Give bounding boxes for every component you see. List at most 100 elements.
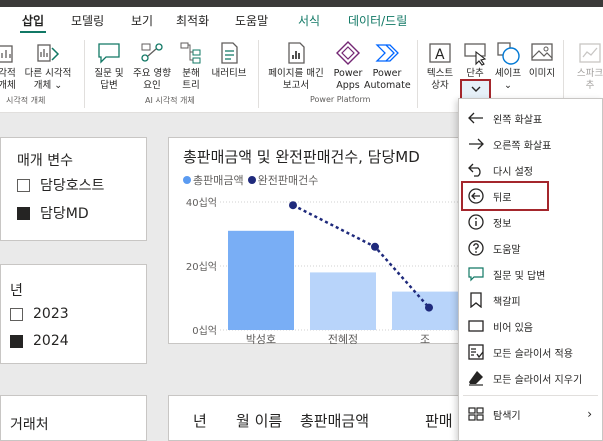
image-button[interactable]: 이미지: [526, 40, 558, 80]
highlight-dropdown: [460, 79, 491, 100]
menu-item-right-arrow[interactable]: 오른쪽 화살표: [459, 132, 603, 156]
slicer-item-2024[interactable]: 2024: [10, 333, 69, 349]
visual-partial-button[interactable]: 각적 개체: [0, 40, 20, 92]
sparkline-button[interactable]: 스파크 추: [570, 40, 603, 92]
text-box-button[interactable]: A 텍스트 상자: [422, 40, 458, 92]
qa-icon: [98, 43, 120, 64]
other-visual-button[interactable]: 다른 시각적 개체 ⌄: [22, 40, 74, 92]
info-icon: [467, 213, 485, 231]
bar: [228, 230, 294, 330]
checkbox[interactable]: [17, 178, 30, 192]
key-influencers-button[interactable]: 주요 영향 요인: [129, 40, 175, 92]
button-icon: [464, 43, 487, 66]
arrow-left-icon: [467, 109, 485, 127]
legend-label-count: 완전판매건수: [257, 174, 319, 187]
menu-item-apply-slicers[interactable]: 모든 슬라이서 적용: [459, 340, 603, 364]
menu-item-info[interactable]: 정보: [459, 210, 603, 234]
buttons-dropdown-menu: 왼쪽 화살표 오른쪽 화살표 다시 설정 뒤로 정보 도움말 질문 및 답변 책…: [458, 98, 603, 441]
tab-optimize[interactable]: 최적화: [176, 12, 209, 29]
paginated-report-icon: [288, 42, 305, 64]
legend-label-sales: 총판매금액: [193, 174, 244, 187]
chevron-right-icon: ›: [587, 407, 592, 421]
narrative-icon: [221, 42, 238, 64]
slicer-item-md[interactable]: 담당MD: [17, 203, 89, 223]
bar: [310, 272, 376, 330]
y-tick-label: 0십억: [192, 325, 217, 337]
menu-item-clear-slicers[interactable]: 모든 슬라이서 지우기: [459, 366, 603, 390]
menu-item-qa[interactable]: 질문 및 답변: [459, 262, 603, 286]
arrow-right-icon: [467, 135, 485, 153]
slicer-item-host[interactable]: 담당호스트: [17, 175, 104, 195]
narrative-button[interactable]: 내러티브: [207, 40, 251, 80]
checkbox-checked[interactable]: [10, 334, 23, 348]
shapes-button[interactable]: 셰이프 ⌄: [492, 40, 524, 92]
decomposition-tree-button[interactable]: 분해 트리: [177, 40, 205, 92]
tab-insert[interactable]: 삽입: [19, 12, 47, 33]
line-point: [425, 303, 433, 312]
key-influencers-icon: [141, 43, 163, 62]
chart-title: 총판매금액 및 완전판매건수, 담당MD: [183, 148, 420, 166]
slicer-year-title: 년: [10, 283, 23, 299]
menu-item-navigator[interactable]: 탐색기 ›: [459, 402, 603, 426]
slicer-partner-title: 거래처: [10, 417, 49, 433]
tab-format[interactable]: 서식: [298, 12, 320, 29]
y-tick-label: 40십억: [186, 197, 217, 209]
chart-legend: 총판매금액 완전판매건수: [183, 172, 318, 188]
tab-data-drill[interactable]: 데이터/드릴: [348, 12, 407, 29]
group-label-visuals: 시각적 개체: [6, 96, 46, 105]
decomposition-tree-icon: [180, 42, 201, 64]
group-label-ai-visuals: AI 시각적 개체: [145, 96, 195, 105]
tab-view[interactable]: 보기: [131, 12, 153, 29]
slicer-media-title: 매개 변수: [17, 153, 73, 169]
apply-slicers-icon: [467, 343, 485, 361]
ribbon-tab-row: 삽입 모델링 보기 최적화 도움말 서식 데이터/드릴: [0, 7, 603, 33]
x-tick-label: 전혜정: [328, 333, 358, 344]
qa-chat-icon: [467, 265, 485, 283]
group-label-power-platform: Power Platform: [310, 95, 371, 104]
visual-icon: [0, 45, 13, 63]
x-tick-label: 조: [420, 333, 430, 344]
ribbon-separator: [258, 40, 259, 108]
menu-item-reset[interactable]: 다시 설정: [459, 158, 603, 182]
blank-icon: [467, 317, 485, 335]
bar: [392, 291, 458, 330]
slicer-item-2023[interactable]: 2023: [10, 306, 69, 322]
menu-item-help[interactable]: 도움말: [459, 236, 603, 260]
table-header-count: 판매: [425, 412, 453, 430]
app-top-bar: [0, 0, 603, 7]
sparkline-icon: [579, 43, 601, 63]
menu-item-bookmark[interactable]: 책갈피: [459, 288, 603, 312]
tab-modeling[interactable]: 모델링: [71, 12, 104, 29]
legend-dot-sales: [183, 176, 191, 184]
checkbox-checked[interactable]: [17, 206, 30, 220]
power-automate-icon: [375, 44, 399, 62]
ribbon-separator: [417, 40, 418, 108]
menu-item-blank[interactable]: 비어 있음: [459, 314, 603, 338]
clear-slicers-icon: [467, 369, 485, 387]
legend-dot-count: [247, 176, 256, 184]
help-icon: [467, 239, 485, 257]
highlight-back-item: [461, 181, 549, 211]
paginated-report-button[interactable]: 페이지를 매긴 보고서: [262, 40, 330, 92]
x-tick-label: 박성호: [246, 333, 276, 344]
y-tick-label: 20십억: [186, 261, 217, 273]
buttons-button[interactable]: 단추: [460, 40, 490, 80]
checkbox[interactable]: [10, 307, 23, 321]
table-header-sales: 총판매금액: [300, 412, 370, 430]
power-automate-button[interactable]: Power Automate: [364, 40, 411, 92]
tab-help[interactable]: 도움말: [235, 12, 268, 29]
menu-item-left-arrow[interactable]: 왼쪽 화살표: [459, 106, 603, 130]
reset-icon: [467, 161, 485, 179]
qa-button[interactable]: 질문 및 답변: [90, 40, 128, 92]
power-apps-icon: [336, 41, 360, 65]
table-header-month: 월 이름: [236, 412, 283, 430]
shapes-icon: [497, 42, 520, 65]
line-point: [289, 201, 297, 210]
menu-separator: [463, 395, 598, 396]
navigator-icon: [467, 405, 485, 423]
text-box-icon: A: [429, 43, 451, 63]
bookmark-icon: [467, 291, 485, 309]
power-apps-button[interactable]: Power Apps: [331, 40, 365, 92]
table-header-year: 년: [193, 412, 207, 430]
svg-text:A: A: [435, 47, 445, 63]
